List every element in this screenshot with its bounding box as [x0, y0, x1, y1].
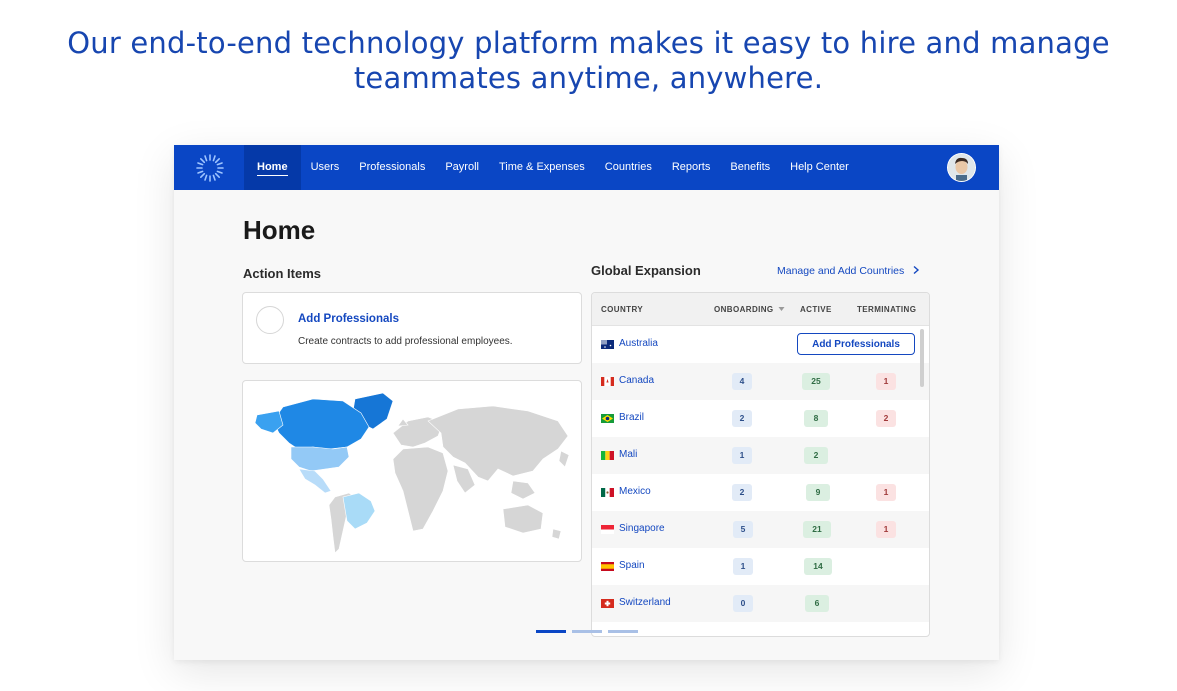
- country-name[interactable]: Singapore: [619, 523, 665, 534]
- active-count: 6: [805, 595, 829, 612]
- table-header: COUNTRY ONBOARDING ACTIVE TERMINATING: [592, 293, 929, 326]
- carousel-indicators: [536, 630, 638, 633]
- table-row[interactable]: Spain 1 14: [592, 548, 929, 585]
- nav-item-reports[interactable]: Reports: [662, 145, 721, 190]
- table-row[interactable]: Canada 4 25 1: [592, 363, 929, 400]
- onboarding-count: 1: [732, 447, 752, 464]
- app-screenshot: Home Users Professionals Payroll Time & …: [174, 145, 999, 660]
- action-status-circle-icon: [256, 306, 284, 334]
- column-header-terminating[interactable]: TERMINATING: [857, 305, 916, 314]
- onboarding-count: 2: [732, 484, 752, 501]
- add-professionals-button[interactable]: Add Professionals: [797, 333, 915, 355]
- country-name[interactable]: Mexico: [619, 486, 651, 497]
- country-name[interactable]: Brazil: [619, 412, 644, 423]
- top-navigation-bar: Home Users Professionals Payroll Time & …: [174, 145, 999, 190]
- column-header-onboarding[interactable]: ONBOARDING: [714, 305, 785, 314]
- onboarding-count: 0: [733, 595, 753, 612]
- nav-items: Home Users Professionals Payroll Time & …: [244, 145, 859, 190]
- terminating-count: 1: [876, 521, 896, 538]
- sunburst-logo-icon[interactable]: [194, 152, 226, 184]
- manage-countries-link[interactable]: Manage and Add Countries: [777, 265, 921, 277]
- user-avatar-icon[interactable]: [948, 154, 975, 181]
- headline-line-2: teammates anytime, anywhere.: [353, 61, 824, 95]
- spain-flag-icon: [601, 562, 614, 571]
- carousel-dot-1[interactable]: [536, 630, 566, 633]
- brazil-flag-icon: [601, 414, 614, 423]
- country-name[interactable]: Switzerland: [619, 597, 671, 608]
- onboarding-count: 5: [733, 521, 753, 538]
- headline-line-1: Our end-to-end technology platform makes…: [67, 26, 1110, 60]
- global-expansion-table: COUNTRY ONBOARDING ACTIVE TERMINATING Au…: [591, 292, 930, 637]
- switzerland-flag-icon: [601, 599, 614, 608]
- nav-item-professionals[interactable]: Professionals: [349, 145, 435, 190]
- active-count: 25: [802, 373, 830, 390]
- global-expansion-title: Global Expansion: [591, 263, 701, 278]
- terminating-count: 1: [876, 484, 896, 501]
- action-item-card[interactable]: Add Professionals Create contracts to ad…: [242, 292, 582, 364]
- onboarding-count: 4: [732, 373, 752, 390]
- country-name[interactable]: Australia: [619, 338, 658, 349]
- table-row[interactable]: Switzerland 0 6: [592, 585, 929, 622]
- country-name[interactable]: Canada: [619, 375, 654, 386]
- terminating-count: 2: [876, 410, 896, 427]
- country-name[interactable]: Spain: [619, 560, 645, 571]
- australia-flag-icon: [601, 340, 614, 349]
- nav-item-users[interactable]: Users: [301, 145, 350, 190]
- headline: Our end-to-end technology platform makes…: [0, 26, 1177, 96]
- carousel-dot-3[interactable]: [608, 630, 638, 633]
- table-row[interactable]: Mali 1 2: [592, 437, 929, 474]
- table-scrollbar[interactable]: [920, 329, 924, 387]
- mali-flag-icon: [601, 451, 614, 460]
- nav-item-payroll[interactable]: Payroll: [435, 145, 489, 190]
- country-name[interactable]: Mali: [619, 449, 637, 460]
- mexico-flag-icon: [601, 488, 614, 497]
- action-item-description: Create contracts to add professional emp…: [298, 336, 513, 347]
- canada-flag-icon: [601, 377, 614, 386]
- active-count: 14: [804, 558, 832, 575]
- active-count: 2: [804, 447, 828, 464]
- nav-item-home[interactable]: Home: [244, 145, 301, 190]
- table-row[interactable]: Australia Add Professionals: [592, 326, 929, 363]
- terminating-count: 1: [876, 373, 896, 390]
- table-row[interactable]: Brazil 2 8 2: [592, 400, 929, 437]
- active-count: 9: [806, 484, 830, 501]
- carousel-dot-2[interactable]: [572, 630, 602, 633]
- column-header-country[interactable]: COUNTRY: [601, 305, 643, 314]
- sort-down-icon: [778, 307, 785, 311]
- action-item-title[interactable]: Add Professionals: [298, 313, 399, 325]
- table-row[interactable]: Mexico 2 9 1: [592, 474, 929, 511]
- nav-item-benefits[interactable]: Benefits: [720, 145, 780, 190]
- active-count: 8: [804, 410, 828, 427]
- onboarding-count: 1: [733, 558, 753, 575]
- world-map-card: [242, 380, 582, 562]
- table-row[interactable]: Singapore 5 21 1: [592, 511, 929, 548]
- world-map-icon: [254, 392, 570, 554]
- active-count: 21: [803, 521, 831, 538]
- column-header-active[interactable]: ACTIVE: [800, 305, 832, 314]
- page-title: Home: [243, 215, 316, 245]
- onboarding-count: 2: [732, 410, 752, 427]
- nav-item-help-center[interactable]: Help Center: [780, 145, 859, 190]
- chevron-right-icon: [913, 265, 920, 275]
- nav-item-time-expenses[interactable]: Time & Expenses: [489, 145, 595, 190]
- singapore-flag-icon: [601, 525, 614, 534]
- action-items-title: Action Items: [243, 266, 322, 281]
- nav-item-countries[interactable]: Countries: [595, 145, 662, 190]
